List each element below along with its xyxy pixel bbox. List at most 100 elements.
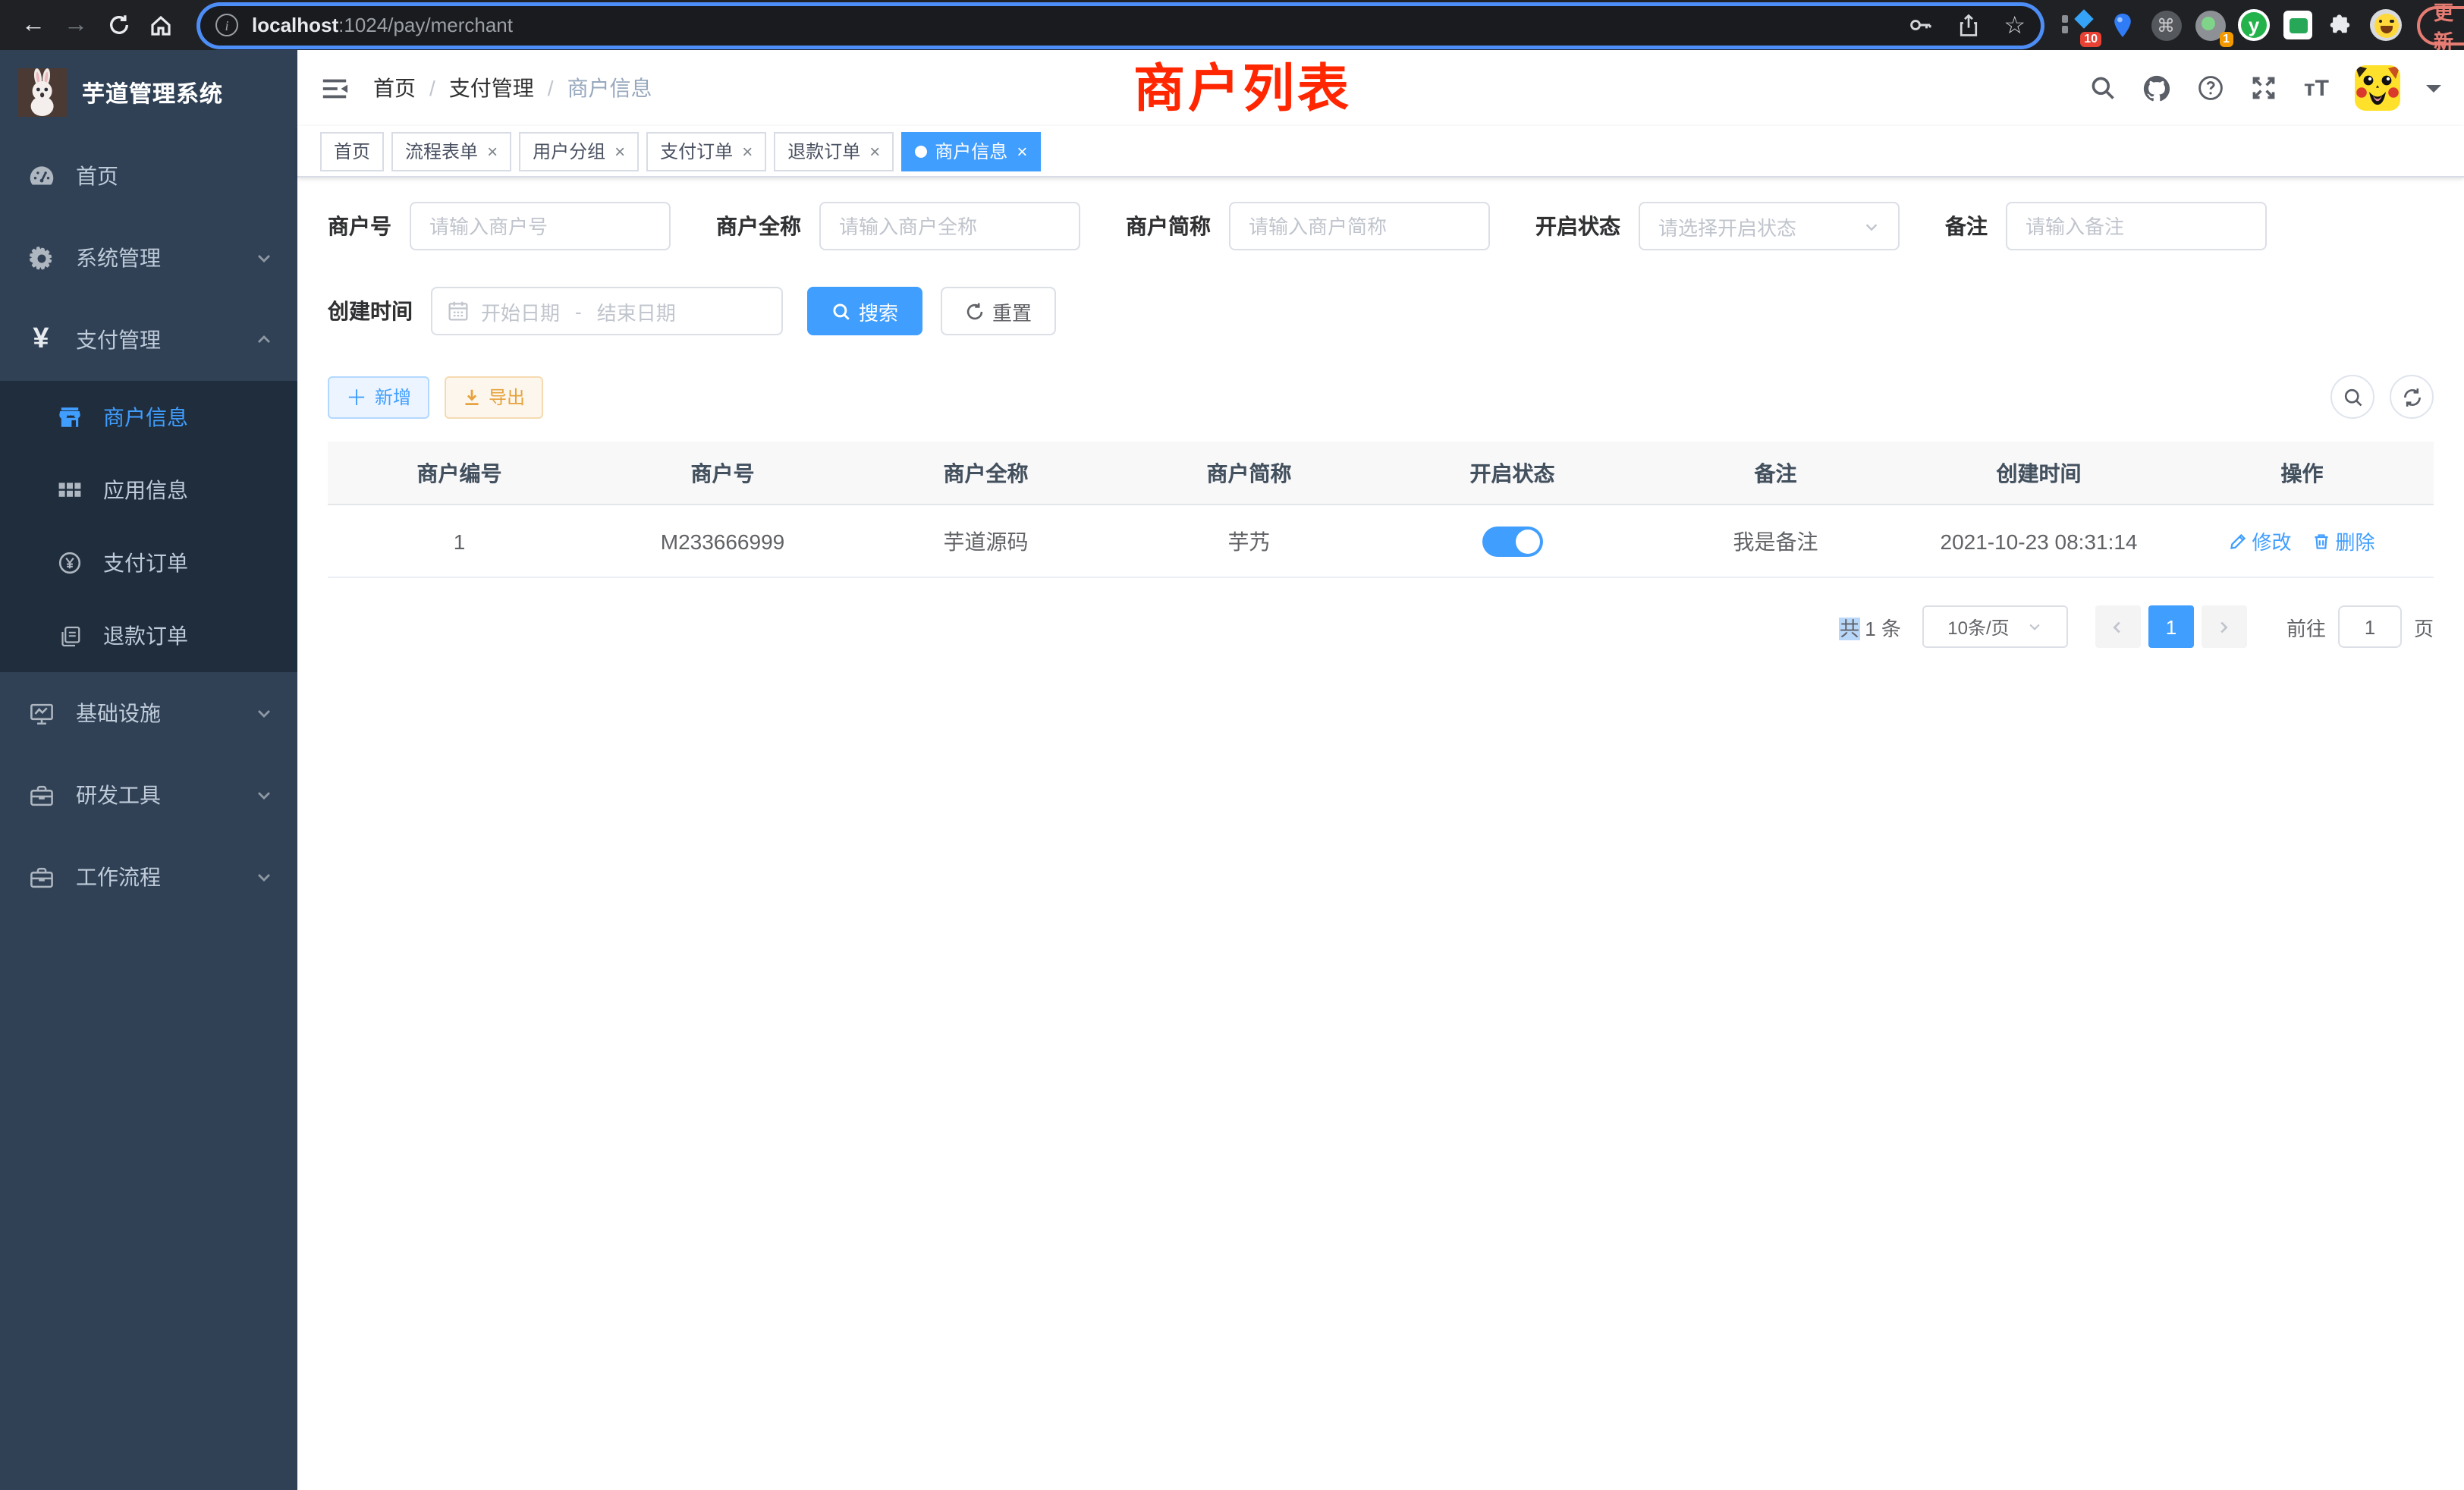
short-name-input[interactable] <box>1229 202 1490 250</box>
tab-refund-order[interactable]: 退款订单× <box>774 131 894 171</box>
help-icon[interactable] <box>2198 74 2225 102</box>
export-button[interactable]: 导出 <box>445 376 543 418</box>
extension-command-icon[interactable]: ⌘ <box>2150 9 2182 41</box>
sidebar-item-system[interactable]: 系统管理 <box>0 217 297 299</box>
sidebar-item-app-info[interactable]: 应用信息 <box>0 454 297 527</box>
goto-page-input[interactable] <box>2338 605 2402 648</box>
tab-pay-order[interactable]: 支付订单× <box>646 131 766 171</box>
search-icon <box>831 301 851 321</box>
extension-pin-icon[interactable] <box>2106 9 2138 41</box>
download-icon <box>463 388 481 406</box>
sidebar-item-infra[interactable]: 基础设施 <box>0 672 297 754</box>
header-search-button[interactable] <box>2090 74 2117 102</box>
cell-id: 1 <box>328 529 591 553</box>
fullscreen-icon[interactable] <box>2251 74 2278 102</box>
sidebar-item-label: 基础设施 <box>76 698 161 728</box>
sidebar-item-label: 工作流程 <box>76 862 161 892</box>
breadcrumb: 首页 / 支付管理 / 商户信息 <box>373 73 652 103</box>
sidebar-item-devtools[interactable]: 研发工具 <box>0 754 297 836</box>
breadcrumb-home[interactable]: 首页 <box>373 73 416 103</box>
column-header: 操作 <box>2170 457 2434 488</box>
tags-view-bar: 首页 流程表单× 用户分组× 支付订单× 退款订单× 商户信息× <box>297 126 2464 178</box>
delete-link[interactable]: 删除 <box>2313 527 2375 555</box>
extension-chat-icon[interactable] <box>2282 9 2314 41</box>
close-icon[interactable]: × <box>487 140 498 162</box>
extensions-puzzle-button[interactable] <box>2326 9 2358 41</box>
bookmark-star-icon[interactable]: ☆ <box>2004 10 2026 40</box>
tab-merchant-info[interactable]: 商户信息× <box>901 131 1041 171</box>
page-annotation-title: 商户列表 <box>1133 47 1352 121</box>
sidebar-collapse-button[interactable] <box>320 74 349 102</box>
status-select[interactable]: 请选择开启状态 <box>1639 202 1900 250</box>
share-icon[interactable] <box>1956 13 1979 37</box>
close-icon[interactable]: × <box>1017 140 1027 162</box>
close-icon[interactable]: × <box>614 140 625 162</box>
reset-button[interactable]: 重置 <box>941 287 1056 335</box>
search-button[interactable]: 搜索 <box>807 287 922 335</box>
column-header: 商户全称 <box>854 457 1117 488</box>
sidebar-item-home[interactable]: 首页 <box>0 135 297 217</box>
sidebar-item-refund-order[interactable]: 退款订单 <box>0 599 297 672</box>
end-date-placeholder[interactable]: 结束日期 <box>597 297 676 325</box>
browser-reload-button[interactable] <box>97 4 140 46</box>
url-bar[interactable]: i localhost:1024/pay/merchant ☆ <box>200 5 2041 45</box>
breadcrumb-pay[interactable]: 支付管理 <box>449 73 534 103</box>
sidebar-item-label: 系统管理 <box>76 243 161 273</box>
sidebar-item-merchant-info[interactable]: 商户信息 <box>0 381 297 454</box>
status-toggle[interactable] <box>1482 526 1543 556</box>
merchant-no-input[interactable] <box>410 202 671 250</box>
refresh-table-button[interactable] <box>2390 375 2434 419</box>
active-dot-icon <box>915 145 927 157</box>
tab-process-form[interactable]: 流程表单× <box>391 131 511 171</box>
add-button[interactable]: ＋ 新增 <box>328 376 429 418</box>
column-header: 商户简称 <box>1117 457 1381 488</box>
page-1-button[interactable]: 1 <box>2148 605 2194 648</box>
start-date-placeholder[interactable]: 开始日期 <box>481 297 560 325</box>
prev-page-button[interactable] <box>2095 605 2141 648</box>
column-header: 商户编号 <box>328 457 591 488</box>
pikachu-avatar-image <box>2355 65 2400 111</box>
create-time-range-picker[interactable]: 开始日期 - 结束日期 <box>431 287 783 335</box>
browser-chrome: ← → i localhost:1024/pay/merchant ☆ 10 <box>0 0 2464 50</box>
close-icon[interactable]: × <box>869 140 880 162</box>
documents-icon <box>58 624 82 647</box>
extension-sidebar-diamond-icon[interactable]: 10 <box>2062 9 2094 41</box>
tab-home[interactable]: 首页 <box>320 131 384 171</box>
browser-update-button[interactable]: 更新 <box>2417 5 2464 45</box>
browser-forward-button[interactable]: → <box>55 4 97 46</box>
remark-input[interactable] <box>2006 202 2267 250</box>
avatar-caret-icon[interactable] <box>2426 84 2441 99</box>
browser-home-button[interactable] <box>140 4 182 46</box>
sidebar-item-pay[interactable]: ¥ 支付管理 <box>0 299 297 381</box>
sidebar-item-pay-order[interactable]: 支付订单 <box>0 527 297 599</box>
extension-status-icon[interactable]: 1 <box>2194 9 2226 41</box>
browser-back-button[interactable]: ← <box>12 4 55 46</box>
user-avatar[interactable] <box>2355 65 2400 111</box>
column-header: 商户号 <box>591 457 854 488</box>
refresh-icon <box>2401 386 2422 407</box>
show-search-toggle-button[interactable] <box>2330 375 2374 419</box>
sidebar-item-workflow[interactable]: 工作流程 <box>0 836 297 918</box>
table-row: 1 M233666999 芋道源码 芋艿 我是备注 2021-10-23 08:… <box>328 505 2434 578</box>
full-name-input[interactable] <box>819 202 1080 250</box>
browser-profile-avatar[interactable] <box>2370 9 2402 41</box>
page-size-select[interactable]: 10条/页 <box>1922 605 2068 648</box>
extension-badge: 10 <box>2080 32 2101 47</box>
table-tools <box>2330 375 2434 419</box>
grid-icon <box>58 478 82 502</box>
edit-link[interactable]: 修改 <box>2229 527 2291 555</box>
plus-icon: ＋ <box>346 382 367 412</box>
extension-y-icon[interactable]: y <box>2238 9 2270 41</box>
sidebar-logo[interactable]: 芋道管理系统 <box>0 50 297 135</box>
next-page-button[interactable] <box>2202 605 2247 648</box>
site-info-icon[interactable]: i <box>215 14 238 36</box>
home-icon <box>149 13 173 37</box>
github-icon[interactable] <box>2143 74 2172 102</box>
update-label: 更新 <box>2434 0 2453 54</box>
font-size-icon[interactable]: тT <box>2304 75 2329 101</box>
shop-icon <box>58 405 82 429</box>
column-header: 开启状态 <box>1381 457 1644 488</box>
close-icon[interactable]: × <box>742 140 753 162</box>
tab-user-group[interactable]: 用户分组× <box>519 131 639 171</box>
password-key-icon[interactable] <box>1906 12 1932 38</box>
